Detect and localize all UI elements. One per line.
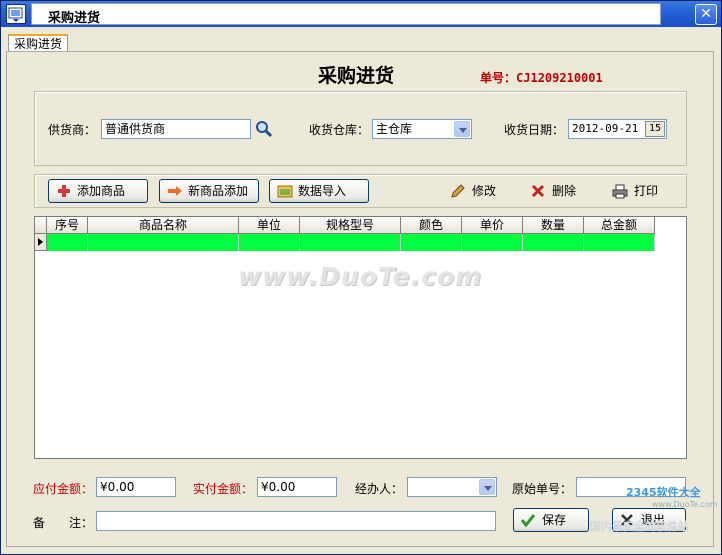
add-product-button[interactable]: 添加商品 — [48, 179, 148, 203]
order-number: 单号：CJ1209210001 — [480, 69, 603, 86]
remark-input[interactable] — [96, 511, 496, 531]
date-label: 收货日期： — [504, 123, 565, 137]
print-button[interactable]: 打印 — [612, 181, 658, 201]
order-number-value: CJ1209210001 — [516, 71, 603, 85]
title-panel: 采购进货 — [31, 3, 661, 26]
close-window-button[interactable]: ✕ — [695, 4, 717, 25]
chevron-down-icon[interactable] — [454, 121, 470, 137]
check-icon — [521, 514, 535, 527]
column-header-quantity[interactable]: 数量 — [523, 217, 584, 234]
row-pointer-icon — [35, 234, 47, 251]
title-bar[interactable]: 采购进货 ✕ — [1, 1, 721, 27]
grid-header: 序号 商品名称 单位 规格型号 颜色 单价 数量 总金额 — [35, 217, 655, 234]
app-icon — [6, 4, 26, 24]
table-cell[interactable] — [401, 234, 462, 251]
column-header-color[interactable]: 颜色 — [401, 217, 462, 234]
page-title: 采购进货 — [318, 65, 395, 87]
tab-purchase[interactable]: 采购进货 — [8, 34, 69, 51]
add-product-label: 添加商品 — [77, 184, 126, 198]
warehouse-select[interactable]: 主仓库 — [372, 119, 472, 139]
save-label: 保存 — [542, 513, 567, 527]
edit-label: 修改 — [472, 184, 497, 198]
calendar-icon[interactable]: 15 — [645, 121, 665, 137]
table-cell[interactable] — [462, 234, 523, 251]
product-grid[interactable]: 序号 商品名称 单位 规格型号 颜色 单价 数量 总金额 — [34, 216, 687, 459]
paid-input[interactable]: ¥0.00 — [257, 477, 337, 497]
supplier-input[interactable]: 普通供货商 — [101, 119, 251, 139]
paid-label: 实付金额： — [193, 482, 254, 496]
close-icon: ✕ — [700, 6, 712, 22]
chevron-down-icon[interactable] — [479, 479, 495, 495]
table-cell[interactable] — [47, 234, 88, 251]
save-button[interactable]: 保存 — [513, 508, 589, 532]
handler-select[interactable] — [407, 477, 497, 497]
delete-button[interactable]: 删除 — [530, 181, 576, 201]
table-cell[interactable] — [523, 234, 584, 251]
search-icon — [256, 121, 273, 138]
column-header-spec[interactable]: 规格型号 — [300, 217, 401, 234]
table-cell[interactable] — [239, 234, 300, 251]
printer-icon — [612, 184, 628, 199]
column-header-unit[interactable]: 单位 — [239, 217, 300, 234]
print-label: 打印 — [634, 184, 659, 198]
grid-header-corner — [35, 217, 47, 234]
warehouse-select-value: 主仓库 — [376, 122, 413, 136]
table-row[interactable] — [47, 234, 655, 251]
new-product-label: 新商品添加 — [188, 184, 249, 198]
remark-label: 备 注： — [33, 516, 94, 530]
add-icon — [58, 185, 70, 197]
warehouse-label: 收货仓库： — [309, 123, 370, 137]
import-data-label: 数据导入 — [298, 184, 347, 198]
column-header-name[interactable]: 商品名称 — [88, 217, 239, 234]
corner-logo-brand: 2345软件大全 — [626, 486, 701, 499]
date-picker[interactable]: 2012-09-21 15 — [568, 119, 667, 139]
import-icon — [277, 185, 293, 198]
delete-icon — [531, 184, 545, 198]
original-no-label: 原始单号： — [512, 482, 573, 496]
order-number-label: 单号： — [480, 71, 517, 85]
table-cell[interactable] — [300, 234, 401, 251]
corner-logo-url: www.DuoTe.com — [652, 500, 718, 509]
import-data-button[interactable]: 数据导入 — [269, 179, 369, 203]
delete-label: 删除 — [552, 184, 577, 198]
column-header-price[interactable]: 单价 — [462, 217, 523, 234]
date-value: 2012-09-21 — [572, 122, 639, 135]
column-header-index[interactable]: 序号 — [47, 217, 88, 234]
table-cell[interactable] — [584, 234, 655, 251]
table-cell[interactable] — [88, 234, 239, 251]
payable-input[interactable]: ¥0.00 — [96, 477, 176, 497]
watermark: www.DuoTe.com — [238, 262, 483, 291]
edit-button[interactable]: 修改 — [450, 181, 496, 201]
supplier-search-button[interactable] — [255, 120, 273, 138]
payable-label: 应付金额： — [33, 482, 94, 496]
corner-logo-caption: 国内最安全的软件站 — [590, 520, 689, 533]
new-product-button[interactable]: 新商品添加 — [159, 179, 259, 203]
window-title: 采购进货 — [48, 11, 101, 26]
column-header-total[interactable]: 总金额 — [584, 217, 655, 234]
supplier-label: 供货商： — [48, 123, 97, 137]
pencil-icon — [451, 184, 465, 198]
arrow-right-icon — [168, 186, 182, 196]
corner-watermark-logo: 2345软件大全 www.DuoTe.com 国内最安全的软件站 — [586, 478, 718, 536]
handler-label: 经办人： — [355, 482, 404, 496]
